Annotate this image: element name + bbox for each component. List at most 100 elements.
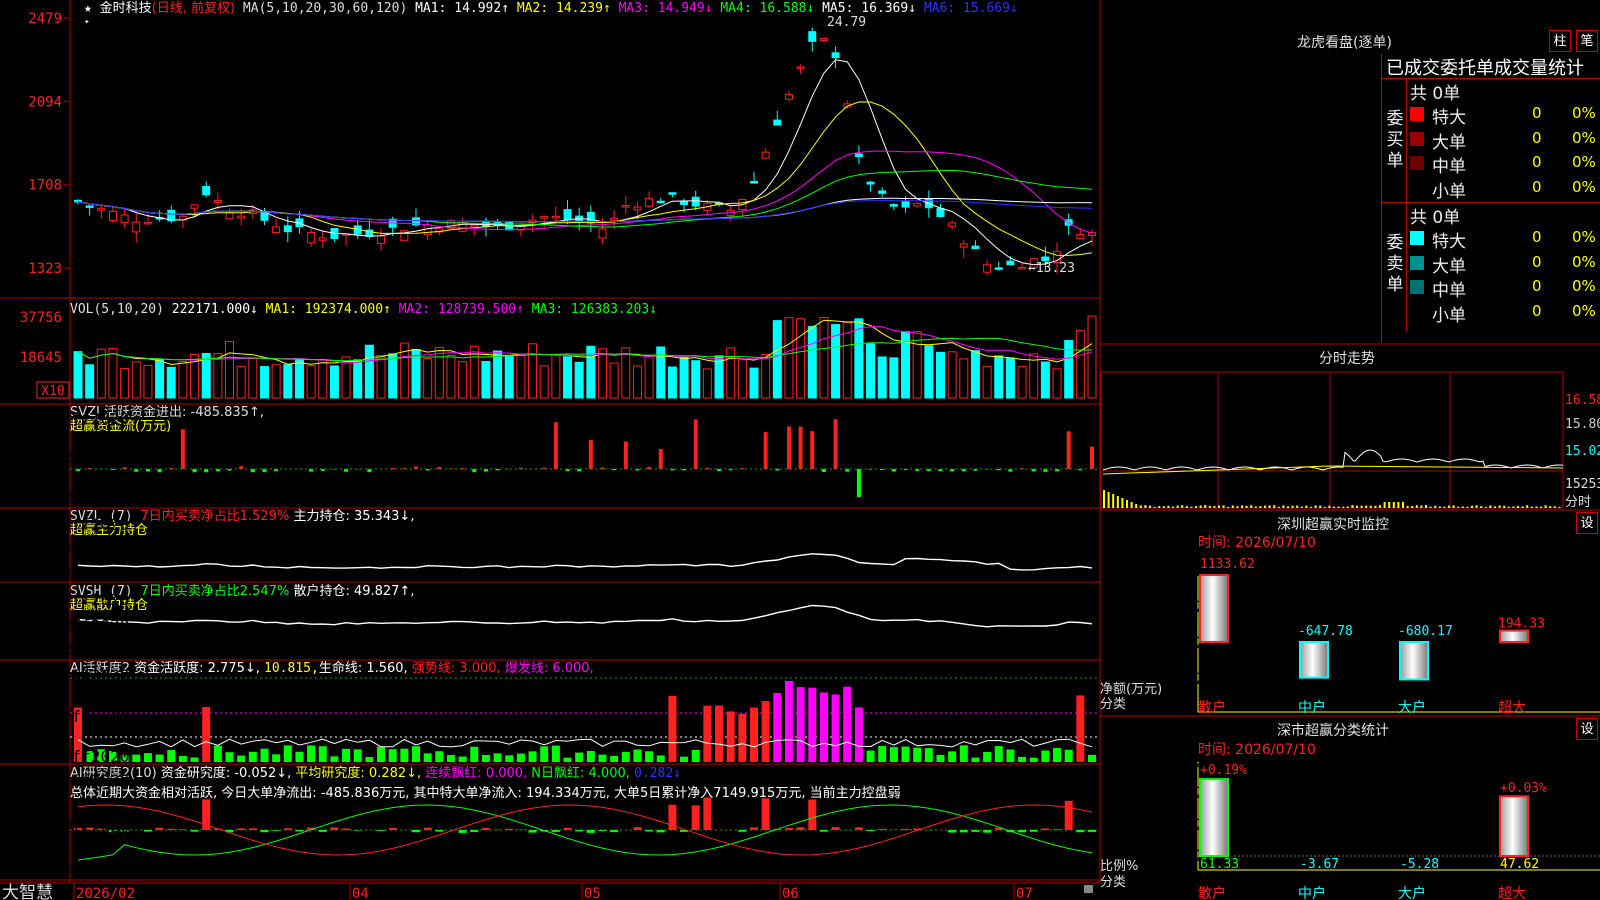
color-swatch — [1410, 280, 1424, 294]
ai-research-bar — [563, 827, 572, 830]
ai-activity-bar — [178, 756, 187, 762]
buy-orders-group: 委买单 共 0单 特大 0 0% 大单 0 0% 中单 0 0% 小单 0 0% — [1382, 78, 1600, 203]
ai-activity-bar — [994, 746, 1003, 762]
intraday-volume-bar — [1438, 506, 1441, 508]
intraday-volume-bar — [1176, 505, 1179, 508]
ai-research-header: AI研究度2(10) 资金研究度: -0.052↓, 平均研究度: 0.282↓… — [70, 765, 681, 781]
candle — [120, 208, 129, 228]
ai-activity-bar — [493, 753, 502, 762]
end: #ff2020 — [62, 409, 129, 428]
sz-monitor-category: 中户 — [1298, 699, 1326, 716]
sz-category-category: 散户 — [1198, 885, 1226, 900]
volume-bar — [609, 362, 619, 399]
intraday-volume-bar — [1254, 506, 1257, 508]
intraday-volume-bar — [1291, 505, 1294, 508]
stroke-mode-button[interactable]: 笔 — [1576, 30, 1598, 52]
ai-activity-bar — [423, 753, 432, 762]
ai-activity-bar — [1064, 749, 1073, 762]
intraday-volume-bar — [1245, 505, 1248, 508]
candle-body — [307, 231, 316, 244]
candle — [178, 214, 187, 229]
sz-monitor-time: 时间: 2026/07/10 — [1198, 535, 1316, 551]
intraday-volume-bar — [1544, 505, 1547, 508]
candle — [132, 212, 141, 243]
intraday-price-tick: 16.58 — [1565, 393, 1600, 408]
ai-research-bar — [493, 829, 502, 830]
ai-activity-bar — [831, 694, 840, 762]
end: #ff2020 — [62, 489, 129, 508]
ai-activity-bar — [318, 746, 327, 762]
ai-activity-bar — [808, 687, 817, 762]
ai-activity-bar — [213, 745, 222, 762]
ai-activity-bar — [575, 752, 584, 762]
svzj-bar — [1090, 446, 1094, 469]
intraday-volume-bar — [1457, 506, 1460, 508]
end: #ff2020 — [62, 771, 129, 790]
ai-activity-bar — [202, 707, 211, 762]
svzj-bar — [180, 429, 185, 469]
row-label: 中单 — [1432, 281, 1466, 301]
intraday-volume-bar — [1374, 505, 1377, 508]
candle — [750, 171, 758, 184]
intraday-volume-bar — [1351, 505, 1354, 508]
intraday-volume-bar — [1471, 505, 1473, 508]
sz-category-bars — [1199, 778, 1529, 858]
ai-research-bar — [691, 805, 700, 830]
sz-monitor-settings-button[interactable]: 设 — [1576, 512, 1598, 534]
buy-order-row: 小单 0 0% — [1410, 177, 1600, 202]
ai-activity-bar — [586, 750, 595, 762]
sell-order-row: 特大 0 0% — [1410, 227, 1600, 252]
candle-body — [1006, 260, 1015, 266]
sz-category-category: 大户 — [1398, 885, 1426, 900]
candle — [202, 181, 211, 198]
volume-bar — [796, 318, 806, 399]
row-percent: 0% — [1572, 301, 1596, 320]
intraday-volume-bar — [1429, 506, 1432, 508]
intraday-volume-bar — [1512, 506, 1515, 508]
price-tick-label: 1323 — [28, 261, 62, 277]
buy-order-row: 大单 0 0% — [1410, 128, 1600, 153]
volume-bar — [726, 347, 736, 399]
candle — [143, 211, 152, 226]
price-tick-label: 2094 — [28, 94, 62, 110]
candle-body — [796, 66, 805, 69]
bar-mode-button[interactable]: 柱 — [1549, 30, 1571, 52]
intraday-volume-bar — [1530, 506, 1533, 508]
ai-research-bar — [388, 828, 397, 830]
intraday-price-tick: 15.02 — [1565, 444, 1600, 459]
intraday-volume-bar — [1227, 506, 1230, 508]
ai-activity-bar — [901, 746, 910, 762]
intraday-volume-bar — [1388, 502, 1391, 508]
volume-bar — [423, 358, 433, 399]
volume-bar — [329, 365, 339, 399]
sell-orders-group: 委卖单 共 0单 特大 0 0% 大单 0 0% 中单 0 0% 小单 0 0% — [1382, 202, 1600, 331]
candle-body — [656, 200, 665, 204]
intraday-volume-bar — [1365, 505, 1368, 508]
candle — [808, 27, 817, 52]
intraday-volume-bar — [1411, 505, 1414, 508]
candle — [342, 232, 351, 246]
ai-activity-line — [77, 738, 1093, 748]
candle-body — [213, 199, 222, 204]
sz-category-settings-button[interactable]: 设 — [1576, 718, 1598, 740]
intraday-volume-bar — [1392, 502, 1395, 508]
ai-research-bar — [586, 830, 595, 833]
ai-research-bar — [610, 830, 619, 833]
ai-research-bar — [377, 830, 386, 831]
ai-research-bar — [435, 830, 444, 832]
intraday-volume-tick: 15253 — [1565, 477, 1600, 492]
ai-research-bar — [481, 828, 490, 830]
intraday-volume-bar — [1231, 505, 1234, 508]
candle-body — [691, 196, 700, 207]
main-chart-canvas[interactable]: 2479 2094 1708 1323 24.79 ←13.23 ★ 金时科技(日线, 前复… — [0, 0, 1600, 900]
ai-activity-bar — [610, 755, 619, 762]
volume-bar — [120, 368, 130, 399]
intraday-volume-bar — [1149, 505, 1151, 508]
ai-activity-bar — [272, 754, 281, 762]
svzj-bar — [810, 431, 815, 469]
candle — [108, 205, 117, 224]
candle-body — [784, 93, 793, 100]
volume-bar — [667, 366, 677, 399]
lock-icon — [1084, 885, 1093, 893]
candle-body — [959, 243, 968, 248]
